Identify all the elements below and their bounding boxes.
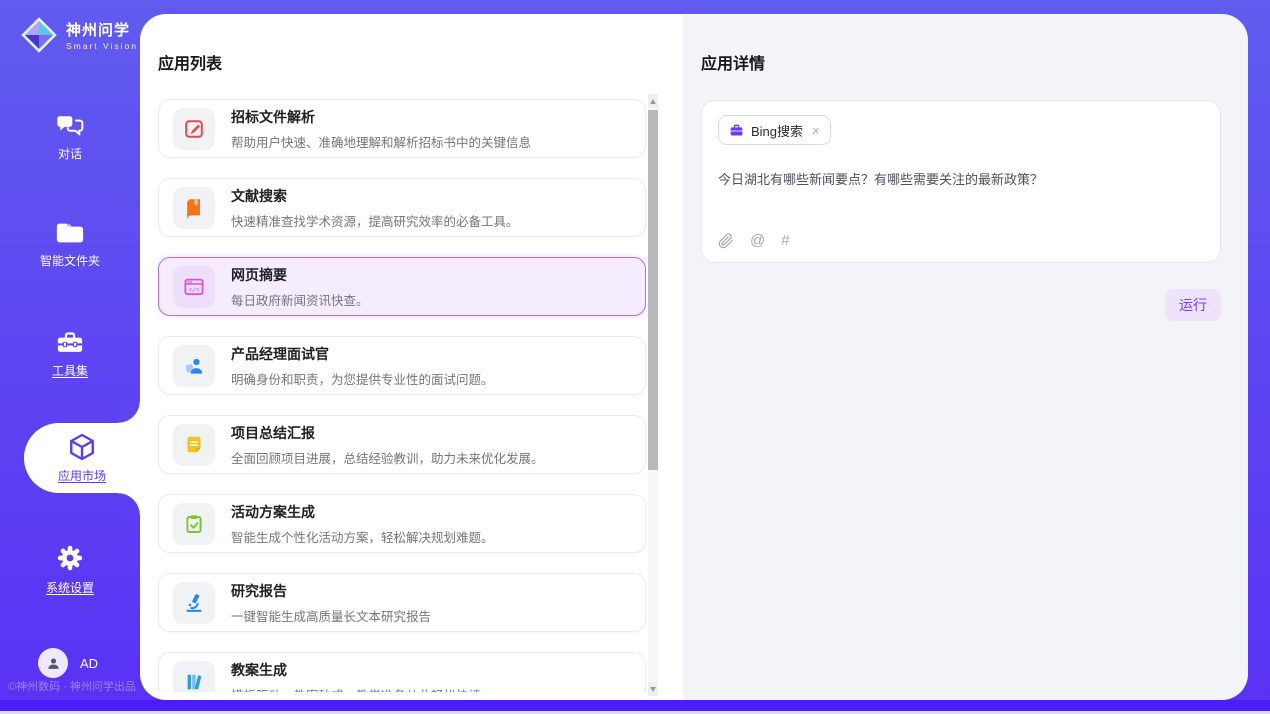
app-list-title: 应用列表 xyxy=(158,50,222,74)
bottom-accent-bar xyxy=(0,700,1270,711)
app-card-project-summary[interactable]: 项目总结汇报 全面回顾项目进展，总结经验教训，助力未来优化发展。 xyxy=(158,415,646,474)
app-description: 每日政府新闻资讯快查。 xyxy=(231,290,369,309)
svg-text:</>: </> xyxy=(188,286,199,293)
microscope-icon xyxy=(173,582,215,624)
books-icon xyxy=(173,661,215,693)
app-description: 帮助用户快速、准确地理解和解析招标书中的关键信息 xyxy=(231,132,531,151)
input-toolbar: @ # xyxy=(718,232,790,249)
paperclip-icon[interactable] xyxy=(718,233,734,249)
app-description: 模板驱动，教案秒成，教学准备从此轻松快捷 xyxy=(231,685,481,693)
close-icon[interactable]: × xyxy=(812,124,820,137)
app-title: 教案生成 xyxy=(231,660,481,680)
browser-code-icon: </> xyxy=(173,266,215,308)
app-title: 网页摘要 xyxy=(231,265,369,285)
user-account[interactable]: AD xyxy=(38,648,98,678)
user-initials: AD xyxy=(80,656,98,671)
run-button[interactable]: 运行 xyxy=(1165,289,1221,321)
app-title: 项目总结汇报 xyxy=(231,423,544,443)
triangle-up-icon xyxy=(650,99,656,104)
app-list: 招标文件解析 帮助用户快速、准确地理解和解析招标书中的关键信息 文献搜索 xyxy=(158,99,646,692)
sidebar-item-chat[interactable]: 对话 xyxy=(0,112,140,162)
sidebar: 神州问学 Smart Vision 对话 智能文件夹 xyxy=(0,0,140,700)
app-description: 一键智能生成高质量长文本研究报告 xyxy=(231,606,431,625)
clipboard-check-icon xyxy=(173,503,215,545)
app-description: 快速精准查找学术资源，提高研究效率的必备工具。 xyxy=(231,211,519,230)
book-icon xyxy=(173,187,215,229)
brand-subtitle: Smart Vision xyxy=(66,41,138,51)
hashtag-icon[interactable]: # xyxy=(781,232,789,249)
brand-logo[interactable]: 神州问学 Smart Vision xyxy=(20,16,138,54)
sidebar-item-folders[interactable]: 智能文件夹 xyxy=(0,221,140,269)
scrollbar-thumb[interactable] xyxy=(648,110,658,470)
app-card-bid-analysis[interactable]: 招标文件解析 帮助用户快速、准确地理解和解析招标书中的关键信息 xyxy=(158,99,646,158)
sidebar-item-label: 应用市场 xyxy=(58,467,106,484)
diamond-logo-icon xyxy=(20,16,58,54)
app-description: 明确身份和职责，为您提供专业性的面试问题。 xyxy=(231,369,494,388)
document-edit-icon xyxy=(173,108,215,150)
interviewer-icon xyxy=(173,345,215,387)
user-icon xyxy=(45,655,62,672)
folder-icon xyxy=(55,221,85,245)
copyright-footer: ©神州数码 · 神州问学出品 xyxy=(8,678,136,694)
tool-chip-bing-search[interactable]: Bing搜索 × xyxy=(718,115,831,145)
gear-icon xyxy=(56,544,84,572)
bubble-curve-bottom xyxy=(118,493,140,515)
app-detail-title: 应用详情 xyxy=(701,50,1222,74)
bubble-curve-top xyxy=(118,401,140,423)
screen: 神州问学 Smart Vision 对话 智能文件夹 xyxy=(0,0,1270,714)
note-icon xyxy=(173,424,215,466)
app-card-literature-search[interactable]: 文献搜索 快速精准查找学术资源，提高研究效率的必备工具。 xyxy=(158,178,646,237)
sidebar-item-app-market[interactable]: 应用市场 xyxy=(24,423,140,493)
app-card-web-summary[interactable]: </> 网页摘要 每日政府新闻资讯快查。 xyxy=(158,257,646,316)
app-description: 智能生成个性化活动方案，轻松解决规划难题。 xyxy=(231,527,494,546)
app-title: 活动方案生成 xyxy=(231,502,494,522)
sidebar-item-label: 对话 xyxy=(58,145,82,162)
triangle-down-icon xyxy=(650,687,656,692)
app-card-pm-interviewer[interactable]: 产品经理面试官 明确身份和职责，为您提供专业性的面试问题。 xyxy=(158,336,646,395)
app-list-pane: 应用列表 招标文件解析 帮助用户快速、准确地理解和解析招标书中的关键信息 xyxy=(140,14,683,700)
app-description: 全面回顾项目进展，总结经验教训，助力未来优化发展。 xyxy=(231,448,544,467)
app-card-research-report[interactable]: 研究报告 一键智能生成高质量长文本研究报告 xyxy=(158,573,646,632)
scroll-down-button[interactable] xyxy=(648,682,658,696)
tool-chip-label: Bing搜索 xyxy=(751,121,803,140)
sidebar-item-label: 智能文件夹 xyxy=(40,252,100,269)
brand-name: 神州问学 xyxy=(66,19,138,40)
list-scrollbar[interactable] xyxy=(648,94,658,696)
app-title: 产品经理面试官 xyxy=(231,344,494,364)
scroll-up-button[interactable] xyxy=(648,94,658,108)
app-title: 文献搜索 xyxy=(231,186,519,206)
toolbox-icon xyxy=(55,329,85,355)
mention-icon[interactable]: @ xyxy=(750,232,765,249)
chat-icon xyxy=(55,112,85,138)
sidebar-item-toolset[interactable]: 工具集 xyxy=(0,329,140,379)
sidebar-item-label: 系统设置 xyxy=(46,579,94,596)
sidebar-item-label: 工具集 xyxy=(52,362,88,379)
prompt-card[interactable]: Bing搜索 × 今日湖北有哪些新闻要点？有哪些需要关注的最新政策？ @ # xyxy=(701,100,1221,263)
query-text[interactable]: 今日湖北有哪些新闻要点？有哪些需要关注的最新政策？ xyxy=(718,169,1204,188)
cube-icon xyxy=(67,432,97,462)
app-detail-pane: 应用详情 Bing搜索 × 今日湖北有哪些新闻要点？有哪些需要关注的最新政策？ xyxy=(683,14,1248,700)
app-title: 招标文件解析 xyxy=(231,107,531,127)
app-card-lesson-plan[interactable]: 教案生成 模板驱动，教案秒成，教学准备从此轻松快捷 xyxy=(158,652,646,692)
main-container: 应用列表 招标文件解析 帮助用户快速、准确地理解和解析招标书中的关键信息 xyxy=(140,14,1248,700)
avatar[interactable] xyxy=(38,648,68,678)
sidebar-item-settings[interactable]: 系统设置 xyxy=(0,544,140,596)
app-title: 研究报告 xyxy=(231,581,431,601)
briefcase-icon xyxy=(729,123,744,138)
app-card-event-plan[interactable]: 活动方案生成 智能生成个性化活动方案，轻松解决规划难题。 xyxy=(158,494,646,553)
